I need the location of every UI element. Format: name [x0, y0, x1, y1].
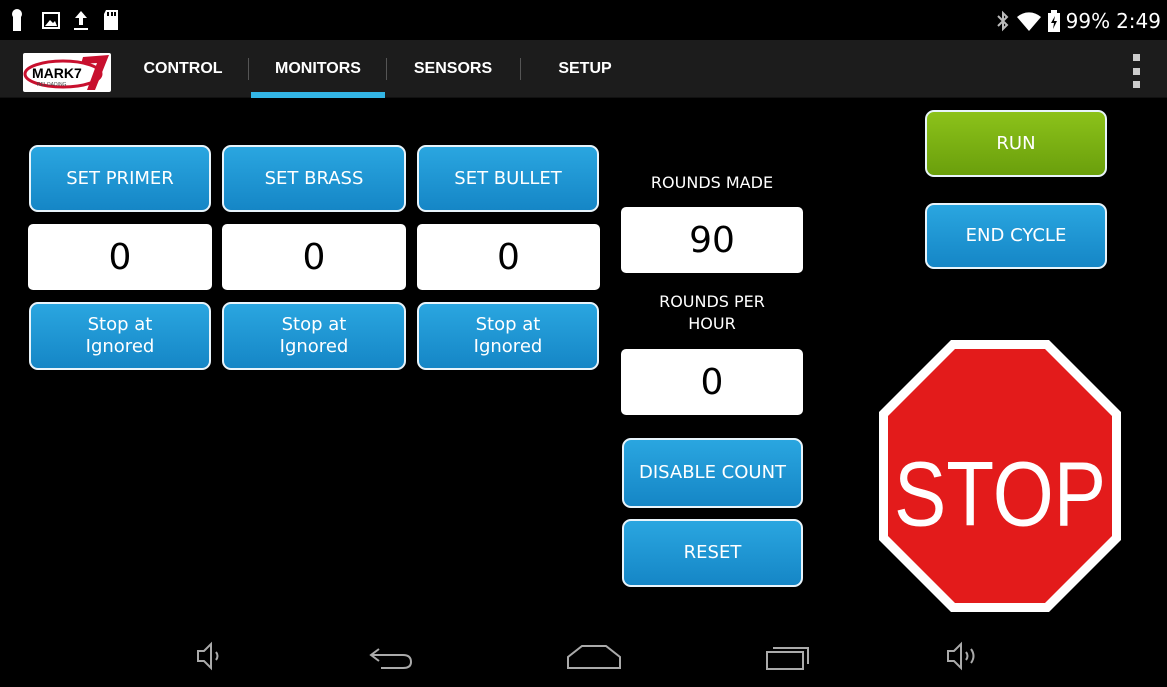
rounds-made-field: 90: [621, 207, 803, 273]
primer-count-field[interactable]: 0: [28, 224, 212, 290]
rounds-made-label: ROUNDS MADE: [650, 173, 774, 192]
tab-separator: [248, 58, 249, 80]
set-bullet-label: SET BULLET: [454, 167, 562, 189]
active-tab-indicator: [251, 92, 385, 98]
brass-stop-line1: Stop at: [281, 314, 347, 336]
tab-setup-label: SETUP: [558, 60, 612, 77]
bullet-count: 0: [497, 236, 520, 278]
primer-count: 0: [108, 236, 132, 278]
stop-button[interactable]: STOP: [877, 338, 1123, 614]
set-brass-button[interactable]: SET BRASS: [222, 145, 406, 212]
run-label: RUN: [996, 132, 1036, 154]
set-primer-label: SET PRIMER: [66, 167, 174, 189]
back-icon[interactable]: [367, 641, 415, 671]
bullet-stop-line2: Ignored: [473, 336, 543, 357]
sd-card-icon: [104, 10, 118, 30]
rounds-per-hour-line1: ROUNDS PER: [659, 292, 765, 311]
brass-count: 0: [302, 236, 326, 278]
home-icon[interactable]: [566, 641, 622, 671]
battery-percent: 99%: [1065, 9, 1111, 33]
stop-label: STOP: [894, 443, 1106, 545]
overflow-menu-icon[interactable]: [1133, 54, 1141, 88]
status-right: 99% 2:49: [996, 9, 1161, 33]
brass-count-field[interactable]: 0: [222, 224, 406, 290]
navigation-bar: [0, 627, 1167, 687]
action-bar: MARK7 RELOADING CONTROL MONITORS SENSORS…: [0, 40, 1167, 98]
disable-count-label: DISABLE COUNT: [638, 462, 787, 484]
status-bar: 99% 2:49: [0, 0, 1167, 40]
reset-label: RESET: [683, 542, 742, 564]
rounds-per-hour-field: 0: [621, 349, 803, 415]
primer-stop-at-button[interactable]: Stop at Ignored: [29, 302, 211, 370]
tab-sensors-label: SENSORS: [413, 60, 493, 77]
wifi-icon: [1016, 12, 1041, 31]
tab-control-label: CONTROL: [143, 60, 223, 77]
upload-icon: [74, 11, 88, 30]
primer-stop-line1: Stop at: [87, 314, 153, 336]
rounds-per-hour-value: 0: [700, 361, 724, 403]
primer-stop-line2: Ignored: [85, 336, 155, 357]
bluetooth-icon: [996, 10, 1009, 32]
end-cycle-button[interactable]: END CYCLE: [925, 203, 1107, 269]
keyhole-icon: [12, 9, 22, 31]
bullet-stop-line1: Stop at: [475, 314, 541, 336]
brass-stop-at-button[interactable]: Stop at Ignored: [222, 302, 406, 370]
tab-control[interactable]: CONTROL: [118, 40, 248, 98]
volume-down-icon[interactable]: [194, 641, 224, 671]
set-primer-button[interactable]: SET PRIMER: [29, 145, 211, 212]
tab-monitors[interactable]: MONITORS: [251, 40, 385, 98]
image-icon: [42, 12, 60, 29]
tab-setup[interactable]: SETUP: [521, 40, 649, 98]
app-logo: MARK7 RELOADING: [23, 53, 111, 92]
recent-apps-icon[interactable]: [764, 641, 812, 671]
rounds-per-hour-line2: HOUR: [688, 313, 736, 333]
tab-monitors-label: MONITORS: [275, 60, 361, 77]
logo-subtext: RELOADING: [37, 82, 67, 88]
set-bullet-button[interactable]: SET BULLET: [417, 145, 599, 212]
volume-up-icon[interactable]: [944, 641, 980, 671]
run-button[interactable]: RUN: [925, 110, 1107, 177]
set-brass-label: SET BRASS: [264, 167, 364, 189]
tab-sensors[interactable]: SENSORS: [387, 40, 519, 98]
battery-icon: [1047, 10, 1060, 32]
bullet-count-field[interactable]: 0: [417, 224, 600, 290]
logo-text: MARK7: [32, 65, 82, 81]
brass-stop-line2: Ignored: [279, 336, 349, 357]
rounds-made-value: 90: [689, 219, 735, 261]
reset-button[interactable]: RESET: [622, 519, 803, 587]
clock: 2:49: [1116, 9, 1161, 33]
disable-count-button[interactable]: DISABLE COUNT: [622, 438, 803, 508]
rounds-per-hour-label: ROUNDS PER HOUR: [612, 291, 812, 334]
bullet-stop-at-button[interactable]: Stop at Ignored: [417, 302, 599, 370]
end-cycle-label: END CYCLE: [965, 225, 1067, 247]
